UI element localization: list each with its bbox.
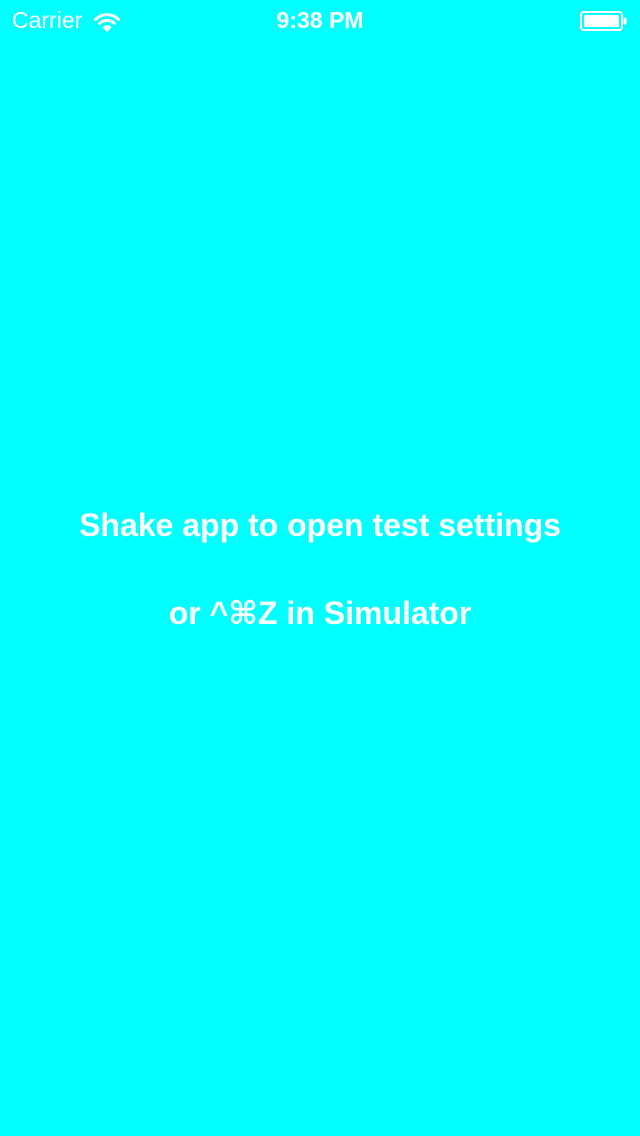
hint-line-shake: Shake app to open test settings [79,507,561,543]
status-time: 9:38 PM [276,7,364,33]
status-bar: Carrier 9:38 PM [0,0,640,40]
battery-icon [580,11,628,31]
test-settings-hint: Shake app to open test settings or ^⌘Z i… [0,500,640,638]
hint-line-simulator: or ^⌘Z in Simulator [168,595,472,631]
